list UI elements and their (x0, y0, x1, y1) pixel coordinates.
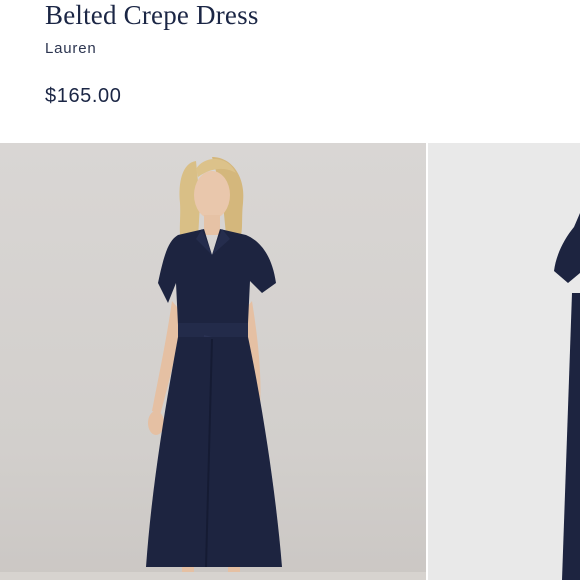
product-gallery (0, 143, 580, 580)
product-header: Belted Crepe Dress Lauren $165.00 (0, 0, 580, 143)
floor-strip (0, 572, 426, 580)
product-brand[interactable]: Lauren (45, 40, 97, 57)
product-image-main[interactable] (0, 143, 426, 580)
product-title: Belted Crepe Dress (45, 0, 259, 30)
product-image-secondary[interactable] (428, 143, 580, 580)
model-illustration (146, 157, 282, 580)
product-price: $165.00 (45, 85, 122, 107)
dress-illustration (554, 213, 580, 580)
